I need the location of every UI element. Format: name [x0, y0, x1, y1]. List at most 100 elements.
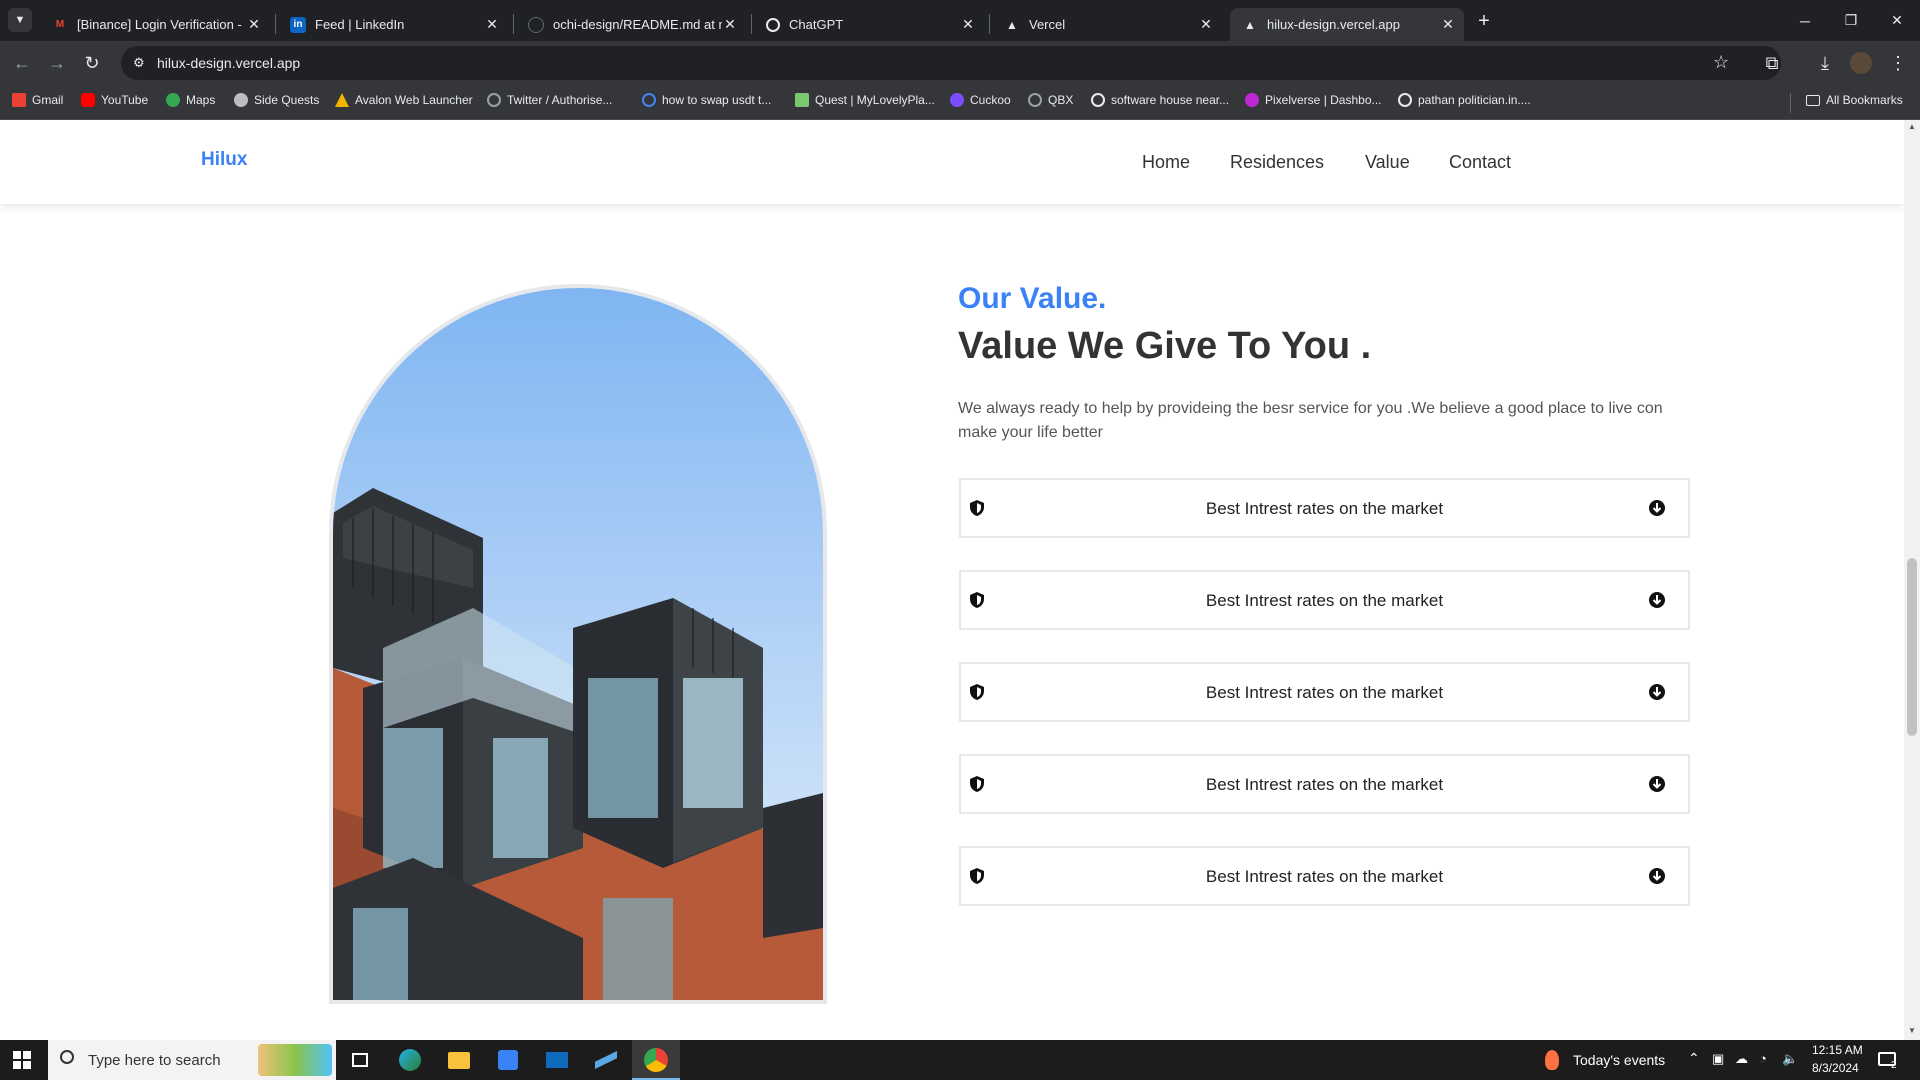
accordion-item[interactable]: Best Intrest rates on the market	[959, 754, 1690, 814]
arrow-left-icon: ←	[13, 52, 31, 73]
page-scrollbar[interactable]: ▲ ▼	[1904, 120, 1920, 1040]
maps-pin-icon	[166, 93, 180, 107]
youtube-icon	[81, 93, 95, 107]
bookmark-star-icon[interactable]: ☆	[1713, 52, 1729, 73]
download-icon: ⤓	[1821, 52, 1829, 73]
scroll-up-arrow-icon[interactable]: ▲	[1908, 122, 1916, 131]
browser-tab-strip: ▼ M [Binance] Login Verification - 20 ✕ …	[0, 0, 1920, 41]
bookmark-youtube[interactable]: YouTube	[81, 93, 148, 107]
browser-tab-active[interactable]: ▲ hilux-design.vercel.app ✕	[1230, 8, 1464, 41]
close-icon[interactable]: ✕	[722, 16, 738, 33]
address-bar[interactable]: ⚙ hilux-design.vercel.app ☆	[121, 46, 1781, 80]
tab-title: Feed | LinkedIn	[315, 17, 405, 32]
tab-title: [Binance] Login Verification - 20	[77, 17, 246, 32]
accordion-item[interactable]: Best Intrest rates on the market	[959, 478, 1690, 538]
all-bookmarks-button[interactable]: All Bookmarks	[1806, 93, 1903, 107]
nav-link-value[interactable]: Value	[1365, 152, 1410, 173]
close-window-button[interactable]: ✕	[1874, 0, 1920, 41]
browser-tab[interactable]: in Feed | LinkedIn ✕	[278, 8, 508, 41]
news-widget-label[interactable]: Today's events	[1573, 1052, 1665, 1068]
bookmark-avalon[interactable]: Avalon Web Launcher	[335, 93, 473, 107]
close-icon[interactable]: ✕	[484, 16, 500, 33]
arrow-down-circle-icon[interactable]	[1647, 682, 1667, 702]
network-icon[interactable]: ◔	[1759, 1051, 1767, 1066]
clock-time[interactable]: 12:15 AM	[1812, 1043, 1863, 1057]
gmail-icon: M	[55, 19, 65, 30]
accordion-item[interactable]: Best Intrest rates on the market	[959, 570, 1690, 630]
bookmark-swap-usdt[interactable]: how to swap usdt t...	[642, 93, 771, 107]
bookmarks-divider	[1790, 93, 1791, 113]
arrow-down-circle-icon[interactable]	[1647, 866, 1667, 886]
bookmark-gmail[interactable]: Gmail	[12, 93, 63, 107]
close-icon[interactable]: ✕	[1440, 16, 1456, 33]
scrollbar-thumb[interactable]	[1907, 558, 1917, 736]
bookmark-quest[interactable]: Quest | MyLovelyPla...	[795, 93, 935, 107]
close-icon[interactable]: ✕	[246, 16, 262, 33]
bookmark-software-house[interactable]: software house near...	[1091, 93, 1229, 107]
forward-button[interactable]: →	[45, 51, 69, 75]
windows-taskbar: Type here to search Today's events ⌃ ▣ ☁…	[0, 1040, 1920, 1080]
arrow-down-circle-icon[interactable]	[1647, 590, 1667, 610]
building-photo-illustration	[333, 288, 823, 1000]
bookmark-label: software house near...	[1111, 93, 1230, 107]
back-button[interactable]: ←	[10, 51, 34, 75]
folder-icon	[448, 1051, 470, 1069]
taskbar-mail[interactable]	[545, 1048, 569, 1072]
browser-tab[interactable]: ▲ Vercel ✕	[992, 8, 1222, 41]
notification-center-button[interactable]: 2	[1876, 1048, 1902, 1072]
minimize-button[interactable]: ─	[1782, 0, 1828, 41]
bookmark-side-quests[interactable]: Side Quests	[234, 93, 319, 107]
close-icon[interactable]: ✕	[960, 16, 976, 33]
weather-icon[interactable]	[1545, 1050, 1559, 1070]
notification-count: 2	[1891, 1060, 1897, 1071]
task-view-button[interactable]	[348, 1048, 372, 1072]
arrow-down-circle-icon[interactable]	[1647, 498, 1667, 518]
nav-link-contact[interactable]: Contact	[1449, 152, 1511, 173]
onedrive-icon[interactable]: ☁	[1735, 1051, 1748, 1067]
taskbar-search-box[interactable]: Type here to search	[48, 1040, 336, 1080]
meet-now-icon[interactable]: ▣	[1712, 1051, 1724, 1067]
bookmark-cuckoo[interactable]: Cuckoo	[950, 93, 1011, 107]
scroll-down-arrow-icon[interactable]: ▼	[1908, 1026, 1916, 1035]
bookmark-maps[interactable]: Maps	[166, 93, 215, 107]
bookmark-pathan[interactable]: pathan politician.in....	[1398, 93, 1531, 107]
browser-tab[interactable]: M [Binance] Login Verification - 20 ✕	[40, 8, 270, 41]
taskbar-chrome-active[interactable]	[632, 1040, 680, 1080]
tab-search-button[interactable]: ▼	[8, 8, 32, 32]
bookmark-qbx[interactable]: QBX	[1028, 93, 1073, 107]
bookmark-twitter[interactable]: Twitter / Authorise...	[487, 93, 612, 107]
close-icon[interactable]: ✕	[1198, 16, 1214, 33]
arrow-down-circle-icon[interactable]	[1647, 774, 1667, 794]
restore-button[interactable]: ❐	[1828, 0, 1874, 41]
nav-link-residences[interactable]: Residences	[1230, 152, 1324, 173]
start-button[interactable]	[10, 1048, 34, 1072]
bookmark-label: Pixelverse | Dashbo...	[1265, 93, 1382, 107]
volume-muted-icon[interactable]: 🔈	[1782, 1051, 1798, 1067]
chevron-up-icon[interactable]: ⌃	[1688, 1050, 1700, 1067]
new-tab-button[interactable]: +	[1472, 9, 1496, 33]
avalon-icon	[335, 93, 349, 107]
downloads-button[interactable]: ⤓	[1813, 51, 1837, 75]
nav-link-home[interactable]: Home	[1142, 152, 1190, 173]
taskbar-store[interactable]	[496, 1048, 520, 1072]
profile-button[interactable]	[1849, 51, 1873, 75]
site-info-icon[interactable]: ⚙	[133, 55, 145, 71]
browser-tab[interactable]: ChatGPT ✕	[754, 8, 984, 41]
reload-button[interactable]: ↻	[80, 51, 104, 75]
taskbar-file-explorer[interactable]	[447, 1048, 471, 1072]
menu-button[interactable]: ⋮	[1886, 51, 1910, 75]
accordion-item[interactable]: Best Intrest rates on the market	[959, 846, 1690, 906]
accordion-item[interactable]: Best Intrest rates on the market	[959, 662, 1690, 722]
pixelverse-icon	[1245, 93, 1259, 107]
browser-tab[interactable]: ochi-design/README.md at ma ✕	[516, 8, 746, 41]
taskbar-app[interactable]	[594, 1048, 618, 1072]
kebab-menu-icon: ⋮	[1889, 52, 1907, 73]
extensions-button[interactable]: ⧉	[1760, 51, 1784, 75]
taskbar-search-placeholder: Type here to search	[88, 1051, 221, 1069]
site-logo[interactable]: Hilux	[201, 149, 247, 171]
bookmark-pixelverse[interactable]: Pixelverse | Dashbo...	[1245, 93, 1382, 107]
avatar	[1850, 52, 1872, 74]
taskbar-edge[interactable]	[398, 1048, 422, 1072]
minimize-icon: ─	[1800, 12, 1810, 29]
clock-date[interactable]: 8/3/2024	[1812, 1061, 1859, 1075]
